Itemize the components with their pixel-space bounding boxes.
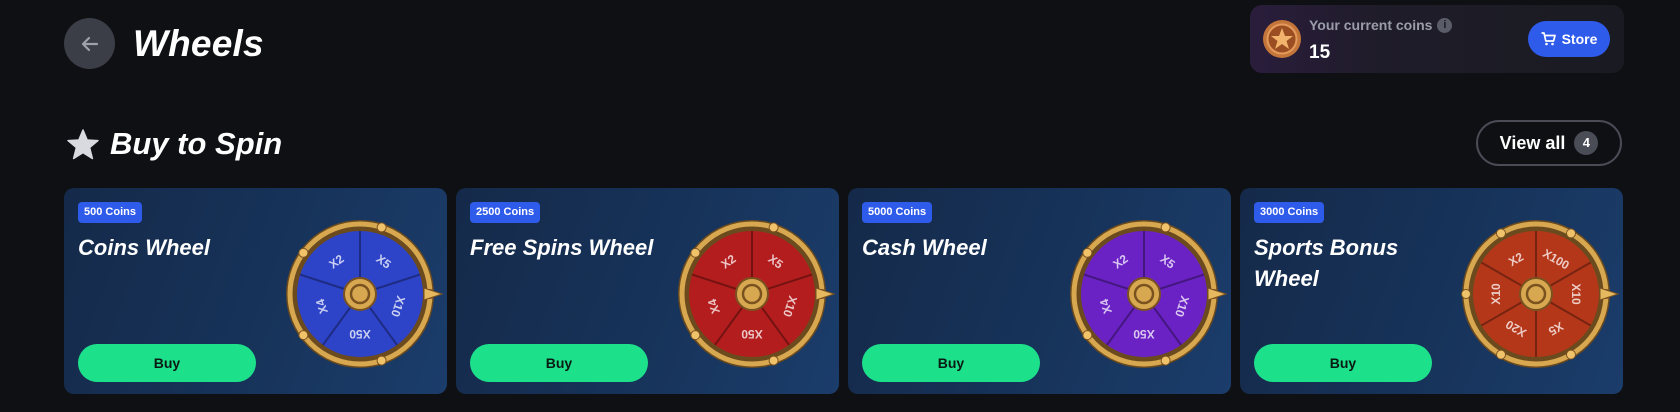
page-title: Wheels xyxy=(133,23,264,64)
wheel-gem xyxy=(1566,228,1576,239)
wheel-segment-label: X50 xyxy=(1133,327,1155,341)
wheel-gem xyxy=(376,355,387,366)
wheel-hub xyxy=(1127,277,1161,311)
wheel-card-cash[interactable]: 5000 Coins Cash Wheel Buy X5 X10 X50 X4 X2 xyxy=(848,188,1231,394)
wheel-gem xyxy=(1496,228,1506,239)
coins-label: Your current coins xyxy=(1309,17,1433,33)
coin-icon xyxy=(1263,20,1301,58)
star-icon xyxy=(67,129,99,160)
wheel-hub xyxy=(735,277,769,311)
wheel-image: X5X10X50X4X2 xyxy=(286,220,444,368)
price-badge: 2500 Coins xyxy=(470,202,541,223)
wheel-card-coins[interactable]: 500 Coins Coins Wheel Buy X5 X10 X50 X4 X2 xyxy=(64,188,447,394)
wheel-gem xyxy=(1461,289,1471,299)
wheel-gem xyxy=(1160,355,1171,366)
section-title: Buy to Spin xyxy=(110,126,283,161)
card-title: Free Spins Wheel xyxy=(470,235,654,260)
wheel-cards: 500 Coins Coins Wheel Buy X5 X10 X50 X4 X2 2… xyxy=(64,188,1624,394)
wheel-gem xyxy=(298,330,309,341)
wheel-gem xyxy=(1082,247,1093,258)
wheel-image: X5X10X50X4X2 xyxy=(1070,220,1228,368)
wheel-gem xyxy=(768,355,779,366)
wheel-gem xyxy=(690,330,701,341)
wheels-page: Wheels Your current coins i 15 Store Buy… xyxy=(0,0,1680,412)
view-all-label: View all xyxy=(1499,132,1566,153)
card-title: Coins Wheel xyxy=(78,235,211,260)
view-all-button[interactable]: View all 4 xyxy=(1476,120,1622,166)
info-icon[interactable]: i xyxy=(1437,17,1453,33)
arrow-left-icon xyxy=(81,36,98,51)
wheel-card-sports-bonus[interactable]: 3000 Coins Sports Bonus Wheel Buy X100 X1… xyxy=(1240,188,1623,394)
wheel-image: X100X10X5X20X10X2 xyxy=(1461,220,1620,368)
cart-icon xyxy=(1541,32,1556,46)
store-button[interactable]: Store xyxy=(1528,21,1610,57)
wheel-gem xyxy=(376,222,387,233)
wheel-segment-label: X10 xyxy=(1569,283,1583,305)
price-badge: 500 Coins xyxy=(78,202,142,223)
buy-button[interactable]: Buy xyxy=(78,344,256,382)
buy-button[interactable]: Buy xyxy=(862,344,1040,382)
wheel-segment-label: X50 xyxy=(349,327,371,341)
wheel-gem xyxy=(1082,330,1093,341)
wheel-hub xyxy=(343,277,377,311)
wheel-gem xyxy=(690,247,701,258)
wheel-gem xyxy=(768,222,779,233)
card-title: Cash Wheel xyxy=(862,235,987,260)
price-badge: 5000 Coins xyxy=(862,202,933,223)
coins-value: 15 xyxy=(1309,42,1331,63)
wheel-card-free-spins[interactable]: 2500 Coins Free Spins Wheel Buy X5 X10 X50… xyxy=(456,188,839,394)
wheel-gem xyxy=(1566,349,1576,360)
price-badge: 3000 Coins xyxy=(1254,202,1325,223)
back-button[interactable] xyxy=(64,18,115,69)
wheel-hub xyxy=(1519,277,1553,311)
wheel-segment-label: X10 xyxy=(1489,283,1503,305)
view-all-count-badge: 4 xyxy=(1574,131,1599,155)
buy-button[interactable]: Buy xyxy=(470,344,648,382)
buy-button[interactable]: Buy xyxy=(1254,344,1432,382)
wheel-segment-label: X50 xyxy=(741,327,763,341)
wheel-image: X5X10X50X4X2 xyxy=(678,220,836,368)
wheel-gem xyxy=(298,247,309,258)
wheel-gem xyxy=(1160,222,1171,233)
coins-label-row: Your current coins i xyxy=(1309,16,1453,34)
store-label: Store xyxy=(1561,31,1598,47)
wheel-gem xyxy=(1496,349,1506,360)
card-title: Sports Bonus Wheel xyxy=(1254,235,1399,291)
coins-panel: Your current coins i 15 Store xyxy=(1250,5,1624,73)
